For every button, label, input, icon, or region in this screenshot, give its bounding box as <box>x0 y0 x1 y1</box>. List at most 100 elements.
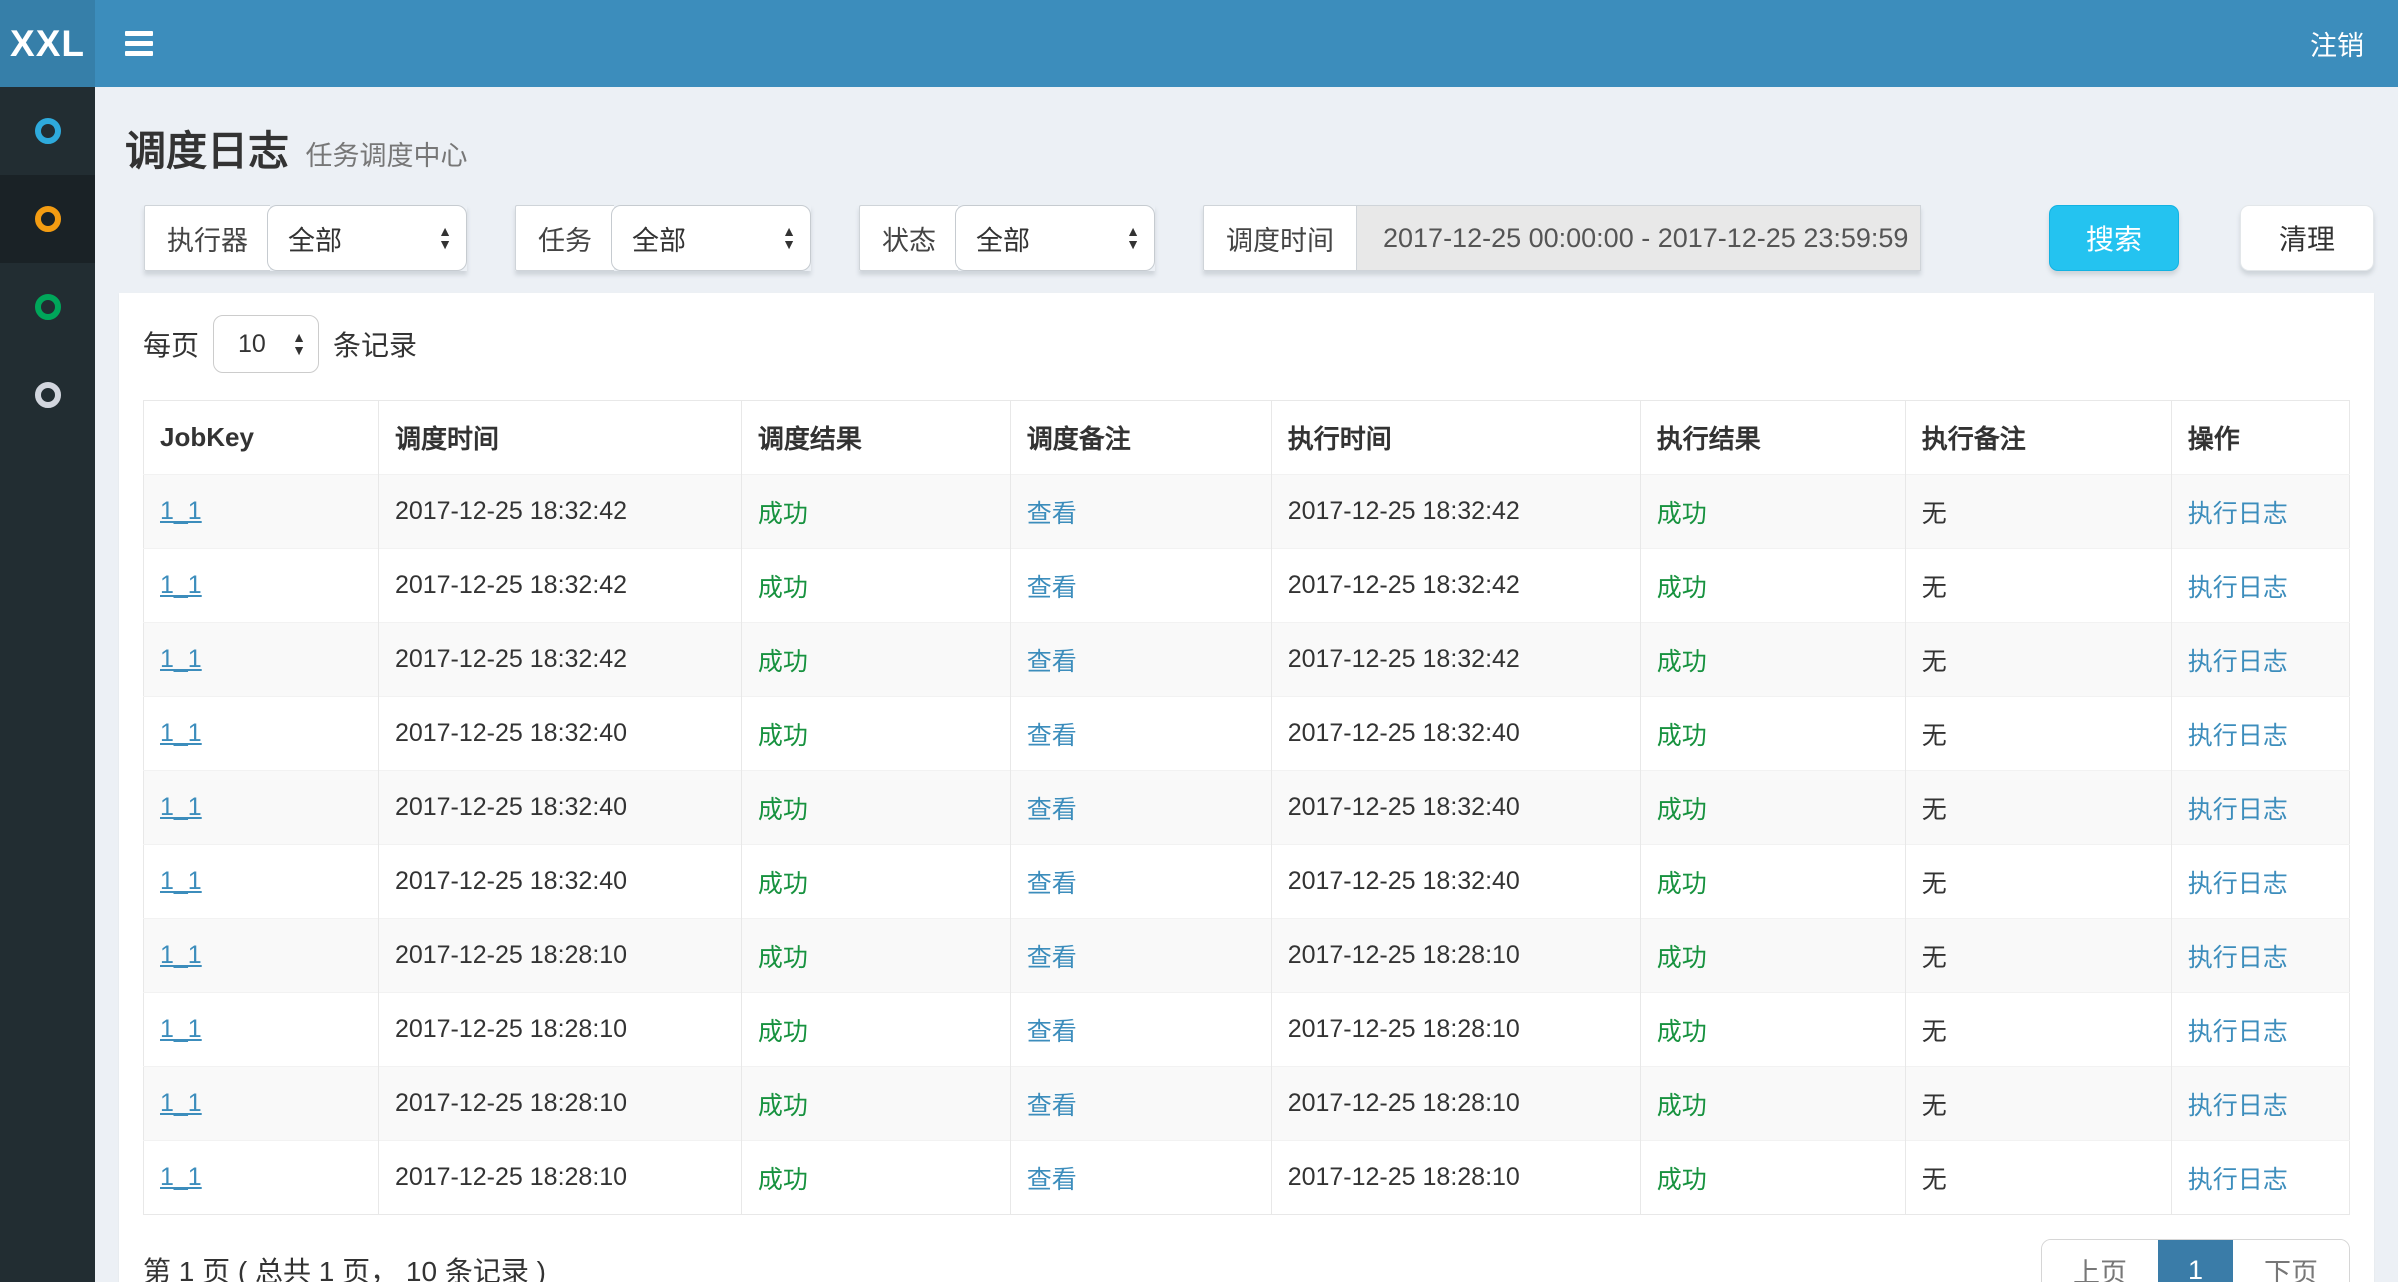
content-wrapper: 调度日志 任务调度中心 执行器 全部 ▲▼ 任务 全部 ▲▼ 状态 <box>95 87 2398 1282</box>
table-row: 1_1 2017-12-25 18:28:10 成功 查看 2017-12-25… <box>144 1067 2350 1141</box>
table-row: 1_1 2017-12-25 18:32:40 成功 查看 2017-12-25… <box>144 771 2350 845</box>
current-page-button[interactable]: 1 <box>2158 1240 2233 1282</box>
trigger-result-cell: 成功 <box>741 549 1010 623</box>
sidebar-item-3[interactable] <box>0 263 95 351</box>
select-stepper-icon: ▲▼ <box>1126 225 1140 251</box>
exec-log-link[interactable]: 执行日志 <box>2188 722 2288 750</box>
search-button[interactable]: 搜索 <box>2049 205 2179 271</box>
col-header-handle-result: 执行结果 <box>1640 401 1905 475</box>
hamburger-icon <box>125 31 153 36</box>
jobkey-link[interactable]: 1_1 <box>160 1163 202 1191</box>
trigger-msg-view-link[interactable]: 查看 <box>1027 870 1077 898</box>
exec-log-link[interactable]: 执行日志 <box>2188 1018 2288 1046</box>
handle-result-cell: 成功 <box>1640 697 1905 771</box>
exec-log-link[interactable]: 执行日志 <box>2188 1166 2288 1194</box>
jobkey-link[interactable]: 1_1 <box>160 719 202 747</box>
trigger-msg-view-link[interactable]: 查看 <box>1027 648 1077 676</box>
trigger-result-cell: 成功 <box>741 919 1010 993</box>
log-panel: 每页 10 ▲▼ 条记录 JobKey 调度时间 调度结果 调 <box>119 293 2374 1282</box>
trigger-result-cell: 成功 <box>741 697 1010 771</box>
trigger-result-cell: 成功 <box>741 475 1010 549</box>
handle-result-cell: 成功 <box>1640 919 1905 993</box>
handle-result-cell: 成功 <box>1640 549 1905 623</box>
trigger-time-cell: 2017-12-25 18:28:10 <box>378 993 741 1067</box>
handle-time-cell: 2017-12-25 18:32:42 <box>1271 623 1640 697</box>
handle-time-cell: 2017-12-25 18:28:10 <box>1271 993 1640 1067</box>
trigger-time-cell: 2017-12-25 18:28:10 <box>378 1141 741 1215</box>
trigger-msg-view-link[interactable]: 查看 <box>1027 500 1077 528</box>
exec-log-link[interactable]: 执行日志 <box>2188 574 2288 602</box>
trigger-time-range-input[interactable]: 2017-12-25 00:00:00 - 2017-12-25 23:59:5… <box>1356 205 1921 271</box>
trigger-time-cell: 2017-12-25 18:32:40 <box>378 845 741 919</box>
sidebar-item-4[interactable] <box>0 351 95 439</box>
handle-result-cell: 成功 <box>1640 771 1905 845</box>
page-length-suffix: 条记录 <box>333 324 417 364</box>
app-logo[interactable]: XXL <box>0 0 95 87</box>
jobkey-link[interactable]: 1_1 <box>160 867 202 895</box>
exec-log-link[interactable]: 执行日志 <box>2188 1092 2288 1120</box>
jobkey-link[interactable]: 1_1 <box>160 571 202 599</box>
jobkey-link[interactable]: 1_1 <box>160 645 202 673</box>
top-navbar: XXL 注销 <box>0 0 2398 87</box>
trigger-msg-view-link[interactable]: 查看 <box>1027 722 1077 750</box>
table-row: 1_1 2017-12-25 18:28:10 成功 查看 2017-12-25… <box>144 1141 2350 1215</box>
app-window: XXL 注销 调度日志 任务调度中心 执行器 全部 ▲▼ <box>0 0 2398 1282</box>
jobkey-link[interactable]: 1_1 <box>160 497 202 525</box>
handle-msg-cell: 无 <box>1905 549 2171 623</box>
log-table-body: 1_1 2017-12-25 18:32:42 成功 查看 2017-12-25… <box>144 475 2350 1215</box>
trigger-msg-view-link[interactable]: 查看 <box>1027 574 1077 602</box>
table-row: 1_1 2017-12-25 18:32:42 成功 查看 2017-12-25… <box>144 549 2350 623</box>
sidebar-item-1[interactable] <box>0 87 95 175</box>
trigger-msg-view-link[interactable]: 查看 <box>1027 796 1077 824</box>
col-header-trigger-time: 调度时间 <box>378 401 741 475</box>
executor-filter-label: 执行器 <box>144 205 270 271</box>
jobkey-link[interactable]: 1_1 <box>160 941 202 969</box>
trigger-msg-view-link[interactable]: 查看 <box>1027 944 1077 972</box>
table-footer: 第 1 页 ( 总共 1 页， 10 条记录 ) 上页 1 下页 <box>143 1239 2350 1282</box>
pagination: 上页 1 下页 <box>2041 1239 2350 1282</box>
trigger-time-cell: 2017-12-25 18:32:42 <box>378 623 741 697</box>
trigger-msg-view-link[interactable]: 查看 <box>1027 1092 1077 1120</box>
trigger-msg-view-link[interactable]: 查看 <box>1027 1166 1077 1194</box>
job-filter-value: 全部 <box>632 219 686 258</box>
navbar-main: 注销 <box>95 0 2398 87</box>
trigger-time-cell: 2017-12-25 18:32:40 <box>378 697 741 771</box>
page-length-select[interactable]: 10 ▲▼ <box>213 315 319 373</box>
table-row: 1_1 2017-12-25 18:32:42 成功 查看 2017-12-25… <box>144 475 2350 549</box>
job-filter-group: 任务 全部 ▲▼ <box>515 205 811 271</box>
exec-log-link[interactable]: 执行日志 <box>2188 944 2288 972</box>
trigger-result-cell: 成功 <box>741 1141 1010 1215</box>
trigger-time-cell: 2017-12-25 18:28:10 <box>378 919 741 993</box>
jobkey-link[interactable]: 1_1 <box>160 1015 202 1043</box>
page-title: 调度日志 <box>125 128 289 174</box>
table-header-row: JobKey 调度时间 调度结果 调度备注 执行时间 执行结果 执行备注 操作 <box>144 401 2350 475</box>
log-table: JobKey 调度时间 调度结果 调度备注 执行时间 执行结果 执行备注 操作 … <box>143 400 2350 1215</box>
sidebar <box>0 87 95 1282</box>
handle-time-cell: 2017-12-25 18:32:42 <box>1271 475 1640 549</box>
status-filter-group: 状态 全部 ▲▼ <box>859 205 1155 271</box>
exec-log-link[interactable]: 执行日志 <box>2188 500 2288 528</box>
logout-link[interactable]: 注销 <box>2310 24 2398 63</box>
prev-page-button[interactable]: 上页 <box>2042 1240 2158 1282</box>
jobkey-link[interactable]: 1_1 <box>160 793 202 821</box>
trigger-msg-view-link[interactable]: 查看 <box>1027 1018 1077 1046</box>
handle-time-cell: 2017-12-25 18:28:10 <box>1271 1141 1640 1215</box>
col-header-action: 操作 <box>2171 401 2349 475</box>
trigger-time-cell: 2017-12-25 18:28:10 <box>378 1067 741 1141</box>
sidebar-item-2[interactable] <box>0 175 95 263</box>
exec-log-link[interactable]: 执行日志 <box>2188 870 2288 898</box>
next-page-button[interactable]: 下页 <box>2233 1240 2349 1282</box>
sidebar-toggle-button[interactable] <box>95 26 153 61</box>
job-filter-select[interactable]: 全部 ▲▼ <box>611 205 811 271</box>
clear-button[interactable]: 清理 <box>2240 205 2374 271</box>
executor-filter-select[interactable]: 全部 ▲▼ <box>267 205 467 271</box>
exec-log-link[interactable]: 执行日志 <box>2188 796 2288 824</box>
handle-time-cell: 2017-12-25 18:28:10 <box>1271 1067 1640 1141</box>
filter-toolbar: 执行器 全部 ▲▼ 任务 全部 ▲▼ 状态 全部 ▲▼ <box>144 205 2374 271</box>
jobkey-link[interactable]: 1_1 <box>160 1089 202 1117</box>
handle-time-cell: 2017-12-25 18:28:10 <box>1271 919 1640 993</box>
col-header-jobkey: JobKey <box>144 401 379 475</box>
executor-filter-value: 全部 <box>288 219 342 258</box>
status-filter-select[interactable]: 全部 ▲▼ <box>955 205 1155 271</box>
exec-log-link[interactable]: 执行日志 <box>2188 648 2288 676</box>
